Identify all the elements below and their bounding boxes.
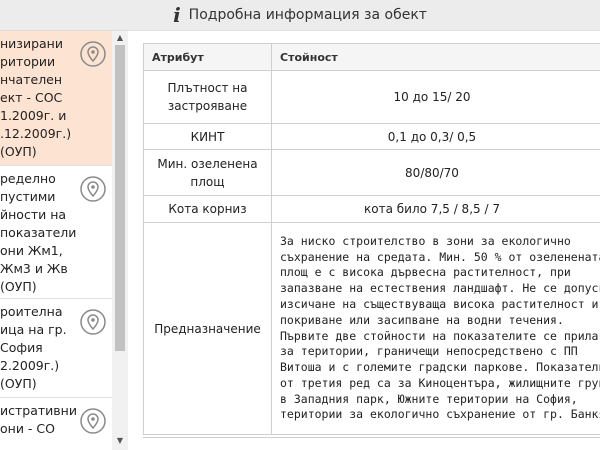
value-cell: 80/80/70	[271, 149, 600, 196]
table-row: КИНТ 0,1 до 0,3/ 0,5	[143, 123, 600, 150]
page-title: Подробна информация за обект	[188, 7, 427, 23]
value-cell: За ниско строителство в зони за екологич…	[271, 222, 600, 435]
value-cell: 0,1 до 0,3/ 0,5	[271, 123, 600, 150]
list-item[interactable]: роителна ица на гр. София 2.2009г.) (ОУП…	[0, 299, 112, 398]
scroll-down-icon[interactable]: ▼	[112, 434, 128, 448]
map-pin-icon[interactable]	[80, 176, 106, 202]
list-item[interactable]: низирани ритории нчателен ект - СОС 1.20…	[0, 31, 112, 166]
list-item[interactable]: ределно пустими йности на показатели они…	[0, 166, 112, 299]
attribute-cell: Мин. озеленена площ	[143, 149, 272, 196]
table-bottom-border	[143, 437, 600, 438]
table-row: Мин. озеленена площ 80/80/70	[143, 149, 600, 196]
column-header-value: Стойност	[271, 43, 600, 71]
details-header: i Подробна информация за обект	[0, 0, 600, 31]
map-pin-icon[interactable]	[80, 309, 106, 335]
column-header-attribute: Атрибут	[143, 43, 272, 71]
value-cell: кота било 7,5 / 8,5 / 7	[271, 195, 600, 223]
list-scrollbar[interactable]: ▲ ▼	[112, 31, 128, 450]
table-header-row: Атрибут Стойност	[143, 43, 600, 71]
attribute-cell: Плътност на застрояване	[143, 70, 272, 124]
map-pin-icon[interactable]	[80, 41, 106, 67]
attribute-cell: КИНТ	[143, 123, 272, 150]
attribute-cell: Кота корниз	[143, 195, 272, 223]
scrollbar-thumb[interactable]	[115, 45, 125, 351]
info-icon: i	[173, 3, 181, 27]
table-row: Предназначение За ниско строителство в з…	[143, 222, 600, 435]
attribute-cell: Предназначение	[143, 222, 272, 435]
table-row: Кота корниз кота било 7,5 / 8,5 / 7	[143, 195, 600, 223]
map-pin-icon[interactable]	[80, 408, 106, 434]
scroll-up-icon[interactable]: ▲	[112, 31, 128, 45]
layer-list: низирани ритории нчателен ект - СОС 1.20…	[0, 31, 112, 450]
list-item[interactable]: истративни они - СО	[0, 398, 112, 450]
table-row: Плътност на застрояване 10 до 15/ 20	[143, 70, 600, 124]
value-cell: 10 до 15/ 20	[271, 70, 600, 124]
attributes-table: Атрибут Стойност Плътност на застрояване…	[143, 43, 600, 435]
attributes-table-container: Атрибут Стойност Плътност на застрояване…	[143, 43, 600, 438]
